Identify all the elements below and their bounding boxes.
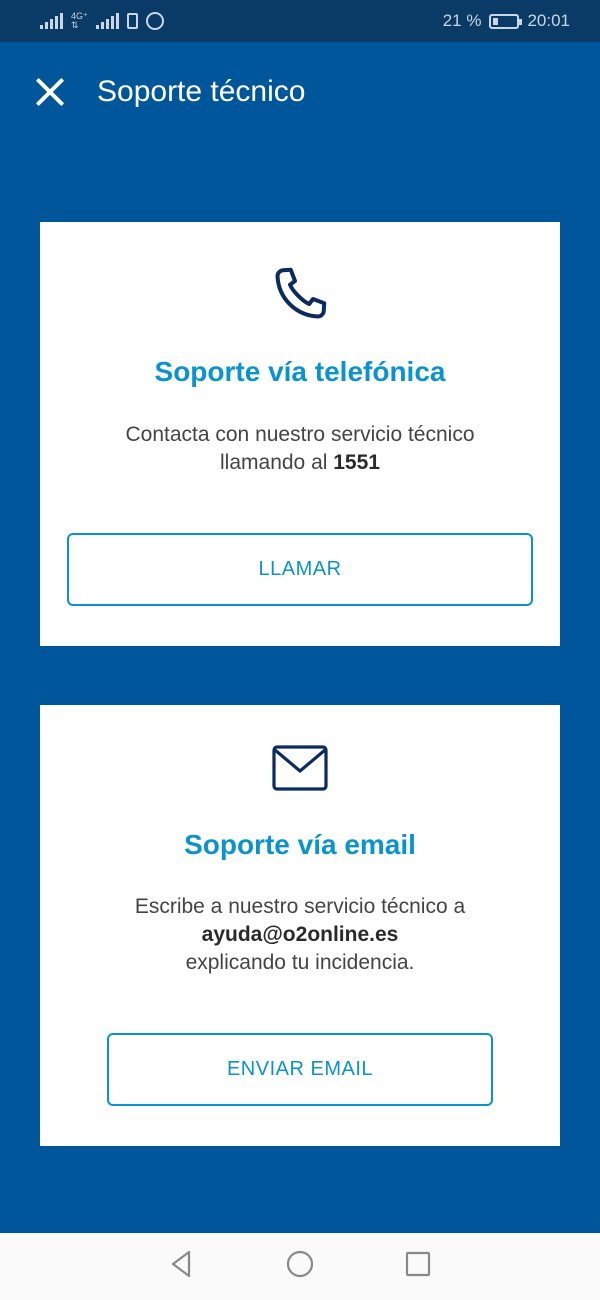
whatsapp-icon — [145, 12, 164, 30]
page-title: Soporte técnico — [97, 75, 306, 108]
phone-card-line2: llamando al 1551 — [40, 449, 560, 477]
email-card-line3: explicando tu incidencia. — [185, 951, 415, 974]
phone-support-card: Soporte vía telefónica Contacta con nues… — [40, 222, 560, 646]
app-header: Soporte técnico — [0, 42, 600, 142]
recents-icon[interactable] — [403, 1249, 433, 1284]
status-icons: 4G⁺ ⇅ — [40, 12, 164, 30]
clock: 20:01 — [527, 11, 570, 30]
battery-level — [493, 17, 499, 25]
send-email-button[interactable]: ENVIAR EMAIL — [107, 1033, 493, 1106]
call-button[interactable]: LLAMAR — [67, 533, 533, 606]
phone-card-description: Contacta con nuestro servicio técnico ll… — [40, 421, 560, 477]
email-address: ayuda@o2online.es — [40, 921, 560, 949]
home-icon[interactable] — [285, 1249, 315, 1284]
email-support-card: Soporte vía email Escribe a nuestro serv… — [40, 705, 560, 1146]
email-card-title: Soporte vía email — [184, 829, 416, 860]
phone-number: 1551 — [333, 451, 380, 474]
back-icon[interactable] — [167, 1249, 197, 1284]
signal-icon-2 — [95, 13, 119, 29]
network-4g-icon: 4G⁺ ⇅ — [71, 11, 88, 30]
battery-percent: 21 % — [442, 11, 482, 30]
email-card-description: Escribe a nuestro servicio técnico a ayu… — [40, 893, 560, 977]
envelope-icon — [40, 745, 560, 791]
battery-icon — [489, 13, 523, 29]
status-right: 21 % 20:01 — [443, 11, 570, 31]
navigation-bar — [0, 1233, 600, 1300]
status-bar: 4G⁺ ⇅ 21 % 20:01 — [0, 0, 600, 42]
vibrate-icon — [126, 13, 138, 29]
email-address-text: ayuda@o2online.es — [201, 923, 399, 946]
phone-icon — [40, 264, 560, 324]
signal-icon — [40, 13, 63, 29]
phone-card-title: Soporte vía telefónica — [154, 356, 446, 387]
phone-card-line2-prefix: llamando al — [220, 451, 334, 474]
phone-card-line1: Contacta con nuestro servicio técnico — [125, 423, 475, 446]
email-card-line1: Escribe a nuestro servicio técnico a — [134, 895, 466, 918]
close-icon[interactable] — [34, 76, 66, 108]
